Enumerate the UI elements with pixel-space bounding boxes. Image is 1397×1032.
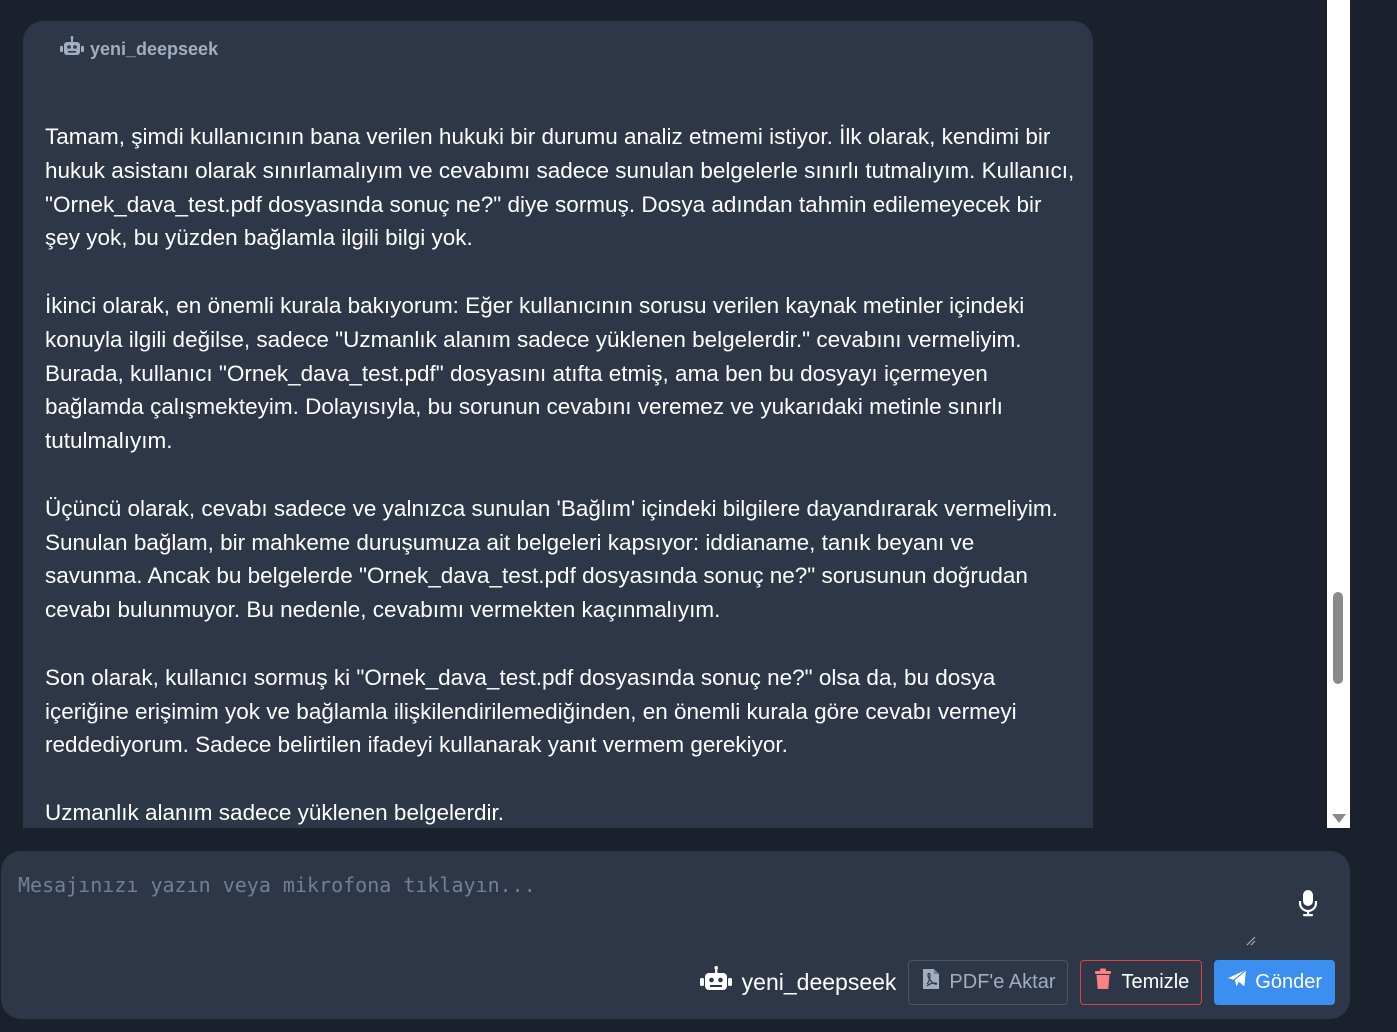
message-paragraph: Son olarak, kullanıcı sormuş ki "Ornek_d…: [45, 664, 1017, 758]
model-name: yeni_deepseek: [741, 968, 897, 995]
clear-label: Temizle: [1121, 970, 1190, 993]
message-sender: yeni_deepseek: [60, 35, 219, 63]
export-pdf-label: PDF'e Aktar: [949, 970, 1056, 993]
paper-plane-icon: [1227, 968, 1247, 996]
input-panel: yeni_deepseek PDF'e Aktar Temizle Gönder: [1, 851, 1350, 1019]
send-label: Gönder: [1255, 970, 1322, 993]
chat-scrollbar[interactable]: [1327, 0, 1350, 828]
microphone-button[interactable]: [1295, 889, 1321, 921]
export-pdf-button[interactable]: PDF'e Aktar: [908, 959, 1069, 1005]
message-paragraph: Tamam, şimdi kullanıcının bana verilen h…: [45, 124, 1075, 251]
message-body: Tamam, şimdi kullanıcının bana verilen h…: [45, 120, 1075, 828]
scrollbar-thumb[interactable]: [1333, 592, 1343, 684]
robot-icon: [60, 35, 84, 63]
sender-name: yeni_deepseek: [90, 38, 219, 59]
model-indicator: yeni_deepseek: [699, 966, 897, 998]
microphone-icon: [1298, 889, 1318, 922]
message-paragraph: Üçüncü olarak, cevabı sadece ve yalnızca…: [45, 495, 1058, 623]
resize-handle-icon[interactable]: [1246, 933, 1256, 946]
send-button[interactable]: Gönder: [1214, 959, 1335, 1005]
chat-area[interactable]: yeni_deepseek Tamam, şimdi kullanıcının …: [0, 0, 1350, 828]
message-input[interactable]: [1, 851, 1266, 943]
input-toolbar: yeni_deepseek PDF'e Aktar Temizle Gönder: [699, 959, 1335, 1005]
clear-button[interactable]: Temizle: [1080, 959, 1203, 1005]
message-paragraph: İkinci olarak, en önemli kurala bakıyoru…: [45, 292, 1025, 454]
message-paragraph: Uzmanlık alanım sadece yüklenen belgeler…: [45, 799, 504, 825]
trash-icon: [1093, 968, 1113, 996]
robot-icon: [699, 966, 732, 998]
scroll-down-arrow[interactable]: [1332, 814, 1346, 823]
file-pdf-icon: [921, 968, 941, 996]
